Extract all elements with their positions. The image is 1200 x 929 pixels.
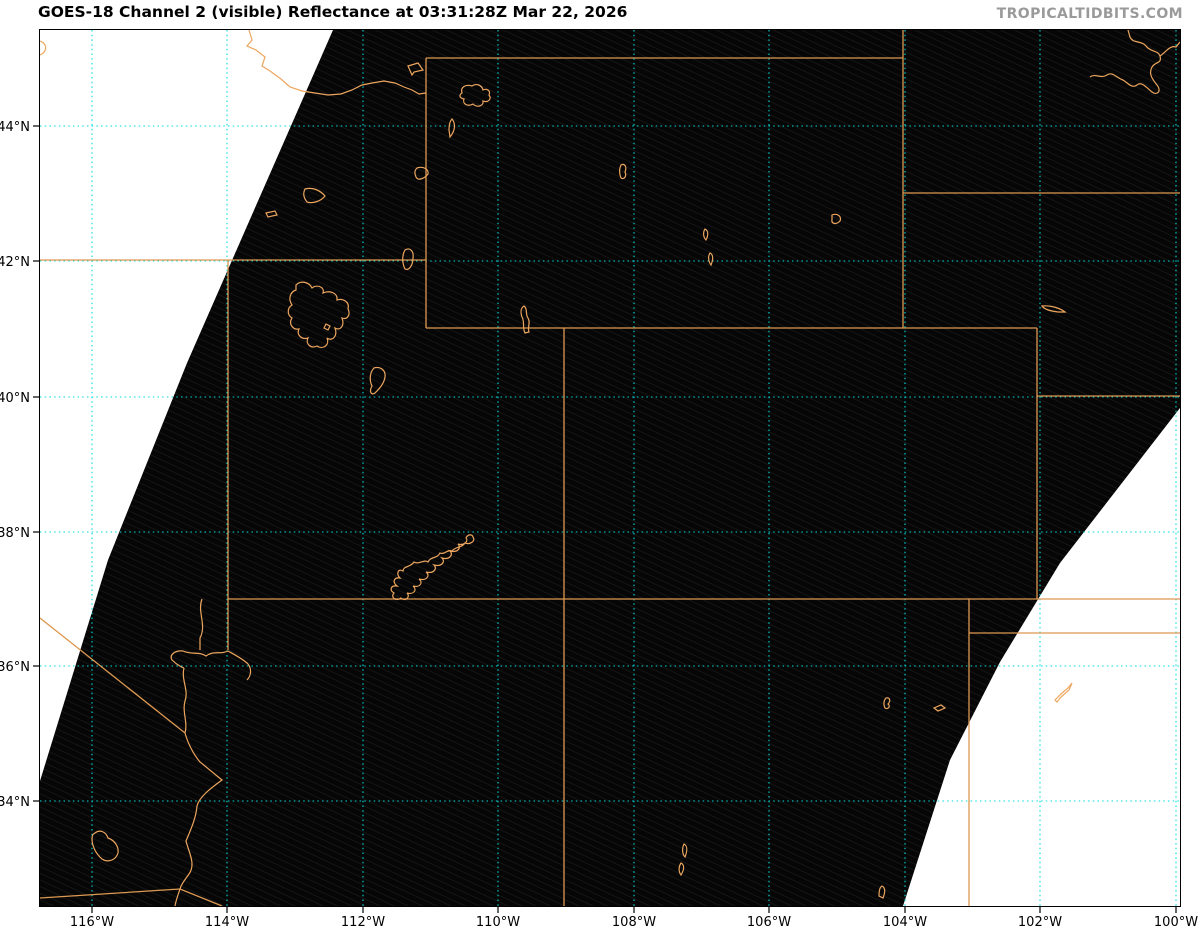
lon-tick-label: 102°W bbox=[1018, 915, 1062, 929]
lon-tick-label: 104°W bbox=[883, 915, 927, 929]
lat-tick-label: 44°N bbox=[0, 120, 30, 135]
lat-tick-label: 40°N bbox=[0, 391, 30, 406]
lon-tick-label: 116°W bbox=[70, 915, 114, 929]
lat-tick-label: 42°N bbox=[0, 255, 30, 270]
lon-tick-label: 108°W bbox=[612, 915, 656, 929]
lat-tick-label: 34°N bbox=[0, 795, 30, 810]
lon-tick-label: 112°W bbox=[341, 915, 385, 929]
tropicaltidbits-watermark: TROPICALTIDBITS.COM bbox=[996, 6, 1183, 22]
lon-tick-label: 106°W bbox=[747, 915, 791, 929]
lat-tick-label: 38°N bbox=[0, 526, 30, 541]
lon-tick-label: 114°W bbox=[205, 915, 249, 929]
lon-tick-label: 100°W bbox=[1154, 915, 1198, 929]
satellite-map-figure: GOES-18 Channel 2 (visible) Reflectance … bbox=[0, 0, 1200, 929]
lat-tick-label: 36°N bbox=[0, 660, 30, 675]
page-title: GOES-18 Channel 2 (visible) Reflectance … bbox=[38, 3, 628, 21]
latitude-axis-labels: 44°N 42°N 40°N 38°N 36°N 34°N bbox=[0, 120, 30, 810]
longitude-axis-labels: 116°W 114°W 112°W 110°W 108°W 106°W 104°… bbox=[70, 915, 1198, 929]
map-canvas: 44°N 42°N 40°N 38°N 36°N 34°N 116°W 114°… bbox=[0, 29, 1198, 929]
lon-tick-label: 110°W bbox=[476, 915, 520, 929]
